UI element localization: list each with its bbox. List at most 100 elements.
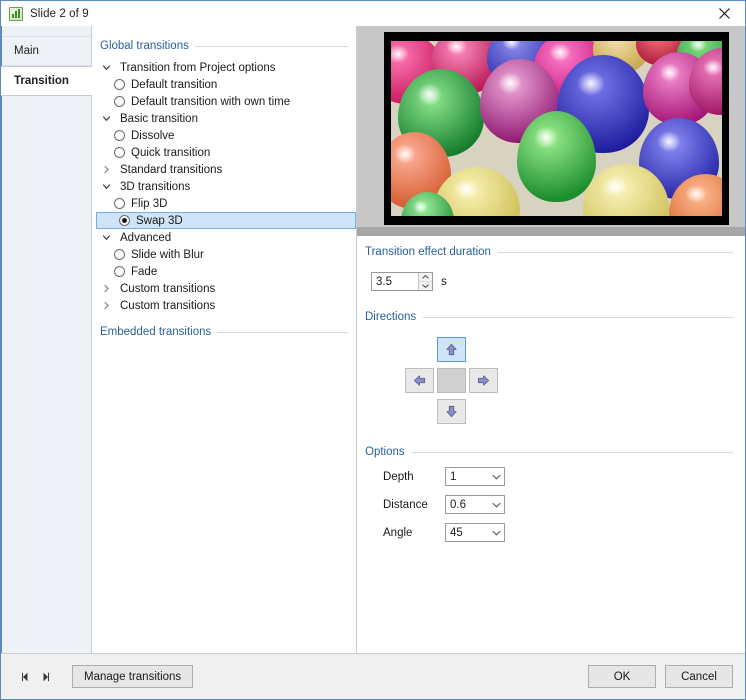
duration-spinner[interactable] bbox=[371, 272, 433, 291]
radio-icon[interactable] bbox=[114, 79, 125, 90]
radio-icon[interactable] bbox=[114, 96, 125, 107]
embedded-transitions-label: Embedded transitions bbox=[100, 326, 212, 338]
radio-icon[interactable] bbox=[114, 198, 125, 209]
radio-icon[interactable] bbox=[114, 249, 125, 260]
tree-item-label: Default transition with own time bbox=[131, 95, 291, 108]
direction-center-button[interactable] bbox=[437, 368, 466, 393]
tree-item-default-transition-own-time[interactable]: Default transition with own time bbox=[92, 93, 356, 110]
close-icon[interactable] bbox=[703, 1, 745, 26]
tree-item-flip-3d[interactable]: Flip 3D bbox=[92, 195, 356, 212]
chevron-down-icon[interactable] bbox=[98, 233, 114, 242]
chevron-down-icon[interactable] bbox=[492, 474, 501, 480]
radio-icon[interactable] bbox=[114, 130, 125, 141]
cancel-button[interactable]: Cancel bbox=[665, 665, 733, 688]
tree-item-custom-transitions-2[interactable]: Custom transitions bbox=[92, 297, 356, 314]
duration-section-header: Transition effect duration bbox=[365, 246, 733, 258]
tree-item-advanced[interactable]: Advanced bbox=[92, 229, 356, 246]
next-slide-icon[interactable] bbox=[41, 672, 50, 682]
option-row-depth: Depth 1 bbox=[383, 467, 733, 486]
transition-settings-dialog: Slide 2 of 9 Main Transition Global tran… bbox=[0, 0, 746, 700]
angle-select[interactable]: 45 bbox=[445, 523, 505, 542]
tree-item-fade[interactable]: Fade bbox=[92, 263, 356, 280]
ok-button[interactable]: OK bbox=[588, 665, 656, 688]
tree-item-slide-with-blur[interactable]: Slide with Blur bbox=[92, 246, 356, 263]
direction-left-button[interactable] bbox=[405, 368, 434, 393]
direction-right-button[interactable] bbox=[469, 368, 498, 393]
arrow-right-icon bbox=[477, 375, 490, 386]
tab-main[interactable]: Main bbox=[1, 36, 91, 66]
tree-item-label: Advanced bbox=[120, 231, 172, 244]
chevron-down-icon[interactable] bbox=[98, 182, 114, 191]
tree-item-dissolve[interactable]: Dissolve bbox=[92, 127, 356, 144]
direction-pad bbox=[405, 337, 498, 430]
options-section-header: Options bbox=[365, 446, 733, 458]
spinner-buttons bbox=[418, 273, 432, 290]
chevron-down-icon[interactable] bbox=[492, 502, 501, 508]
manage-transitions-button[interactable]: Manage transitions bbox=[72, 665, 194, 688]
duration-row: s bbox=[371, 272, 733, 291]
tree-item-label: Basic transition bbox=[120, 112, 198, 125]
settings-area: Transition effect duration 3.5 s Directi… bbox=[357, 236, 745, 653]
chevron-right-icon[interactable] bbox=[98, 284, 114, 293]
window-title: Slide 2 of 9 bbox=[30, 7, 89, 20]
previous-slide-icon[interactable] bbox=[21, 672, 30, 682]
tree-item-basic-transition[interactable]: Basic transition bbox=[92, 110, 356, 127]
global-transitions-label: Global transitions bbox=[100, 40, 189, 52]
chevron-down-icon[interactable] bbox=[98, 114, 114, 123]
chevron-down-icon[interactable] bbox=[492, 530, 501, 536]
chart-bars-icon bbox=[9, 6, 23, 21]
radio-icon[interactable] bbox=[114, 266, 125, 277]
angle-label: Angle bbox=[383, 526, 413, 539]
distance-value: 0.6 bbox=[450, 498, 466, 511]
chevron-right-icon[interactable] bbox=[98, 165, 114, 174]
options-section-label: Options bbox=[365, 446, 405, 458]
duration-section-label: Transition effect duration bbox=[365, 246, 491, 258]
tree-item-label: 3D transitions bbox=[120, 180, 191, 193]
tree-item-standard-transitions[interactable]: Standard transitions bbox=[92, 161, 356, 178]
tree-item-custom-transitions-1[interactable]: Custom transitions bbox=[92, 280, 356, 297]
arrow-left-icon bbox=[413, 375, 426, 386]
tab-transition-label: Transition bbox=[14, 75, 69, 87]
tree-item-label: Quick transition bbox=[131, 146, 211, 159]
tree-item-3d-transitions[interactable]: 3D transitions bbox=[92, 178, 356, 195]
chevron-right-icon[interactable] bbox=[98, 301, 114, 310]
preview-frame bbox=[384, 32, 729, 225]
radio-icon[interactable] bbox=[119, 215, 130, 226]
spinner-up-icon[interactable] bbox=[419, 273, 432, 282]
transition-settings-panel: Transition effect duration 3.5 s Directi… bbox=[357, 26, 745, 653]
balloons-photo bbox=[391, 41, 722, 216]
tree-item-transition-from-project-options[interactable]: Transition from Project options bbox=[92, 59, 356, 76]
tree-item-default-transition[interactable]: Default transition bbox=[92, 76, 356, 93]
transition-tree-panel: Global transitions Transition from Proje… bbox=[92, 26, 357, 653]
section-rule bbox=[497, 251, 733, 253]
directions-section-label: Directions bbox=[365, 311, 417, 323]
radio-icon[interactable] bbox=[114, 147, 125, 158]
tree-item-swap-3d[interactable]: Swap 3D bbox=[96, 212, 356, 229]
arrow-down-icon bbox=[446, 405, 457, 418]
tree-item-label: Transition from Project options bbox=[120, 61, 276, 74]
tree-item-quick-transition[interactable]: Quick transition bbox=[92, 144, 356, 161]
arrow-up-icon bbox=[446, 343, 457, 356]
tab-transition[interactable]: Transition bbox=[1, 66, 92, 96]
section-rule bbox=[411, 451, 733, 453]
distance-select[interactable]: 0.6 bbox=[445, 495, 505, 514]
duration-input[interactable] bbox=[372, 273, 418, 290]
tree-item-label: Custom transitions bbox=[120, 299, 216, 312]
direction-up-button[interactable] bbox=[437, 337, 466, 362]
depth-label: Depth bbox=[383, 470, 414, 483]
preview-area bbox=[357, 26, 745, 236]
tree-item-label: Standard transitions bbox=[120, 163, 223, 176]
embedded-transitions-header: Embedded transitions bbox=[92, 321, 356, 343]
global-transitions-header: Global transitions bbox=[92, 35, 356, 57]
dialog-body: Main Transition Global transitions Trans… bbox=[1, 26, 745, 653]
slide-navigation bbox=[21, 672, 50, 682]
chevron-down-icon[interactable] bbox=[98, 63, 114, 72]
tree-item-label: Fade bbox=[131, 265, 158, 278]
transition-tree: Transition from Project options Default … bbox=[92, 57, 356, 314]
spinner-down-icon[interactable] bbox=[419, 282, 432, 290]
preview-horizontal-scrollbar[interactable] bbox=[357, 227, 745, 236]
direction-down-button[interactable] bbox=[437, 399, 466, 424]
depth-select[interactable]: 1 bbox=[445, 467, 505, 486]
scrollbar-thumb[interactable] bbox=[357, 227, 745, 236]
directions-section-header: Directions bbox=[365, 311, 733, 323]
